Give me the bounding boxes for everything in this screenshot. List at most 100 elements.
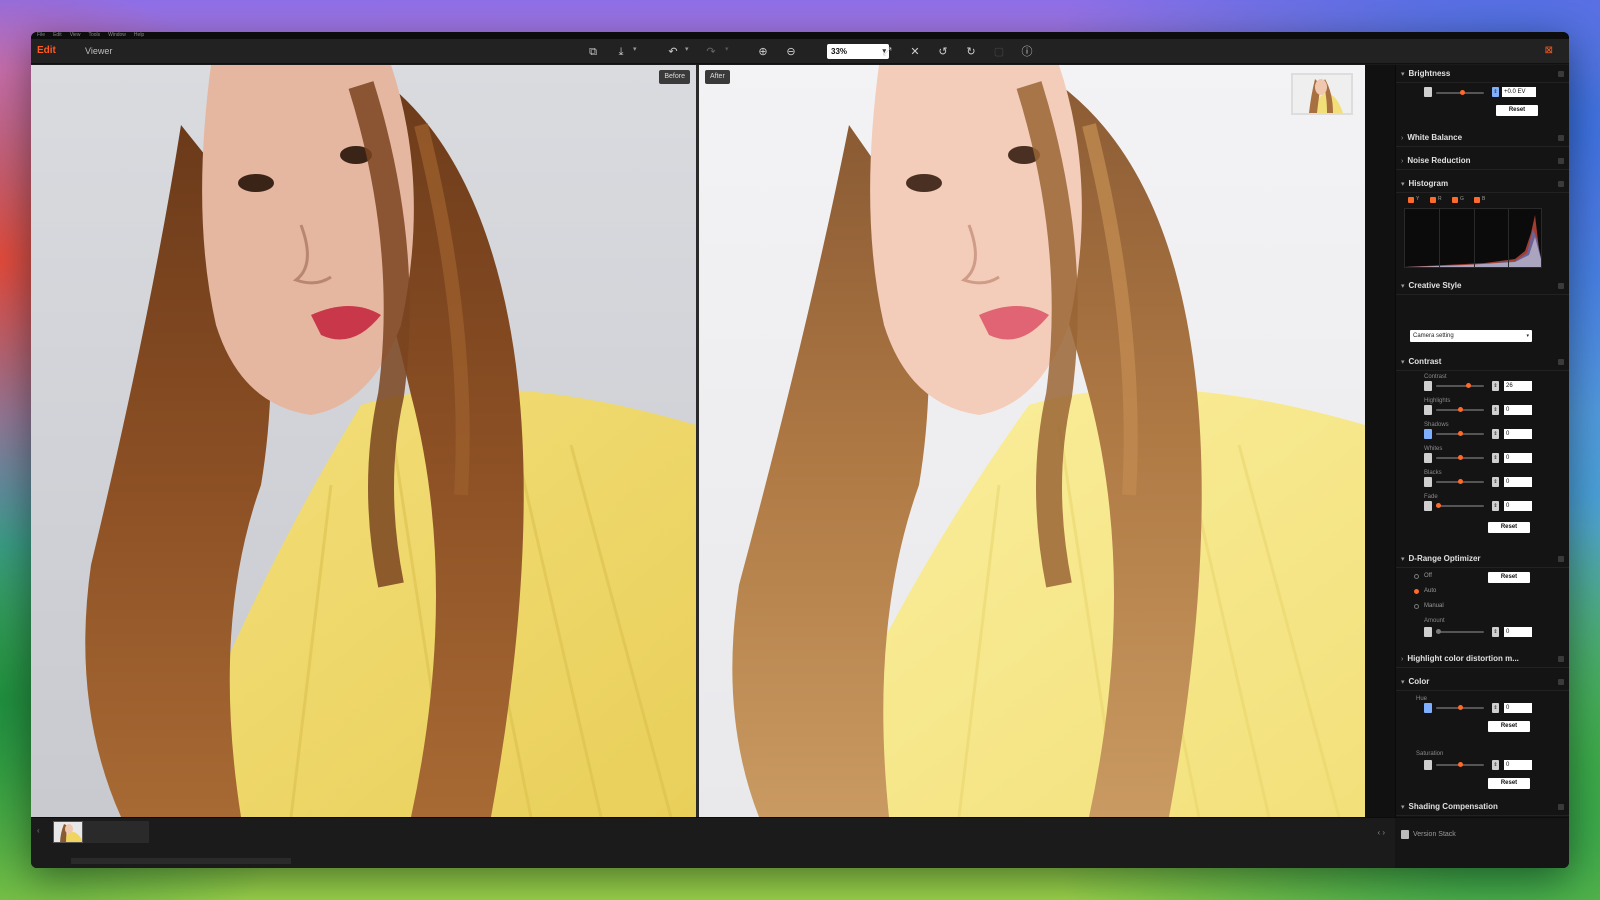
drange-manual-radio[interactable] xyxy=(1414,604,1419,609)
section-toggle-icon[interactable] xyxy=(1558,283,1564,289)
slider-knob[interactable] xyxy=(1460,90,1465,95)
menu-tools[interactable]: Tools xyxy=(88,32,100,39)
section-brightness[interactable]: ▾ Brightness xyxy=(1396,65,1569,83)
actual-size-icon[interactable]: ✕ xyxy=(907,44,923,60)
whites-slider[interactable] xyxy=(1436,455,1484,460)
export-icon[interactable]: ⤓ xyxy=(613,44,629,60)
close-edit-icon[interactable]: ⊠ xyxy=(1545,45,1553,56)
section-toggle-icon[interactable] xyxy=(1558,656,1564,662)
blacks-row-checkbox[interactable] xyxy=(1424,477,1432,487)
image-viewer[interactable]: Before After xyxy=(31,65,1395,817)
crop-icon[interactable]: ▢ xyxy=(991,44,1007,60)
shadows-value[interactable]: 0 xyxy=(1504,429,1532,439)
highlights-row-checkbox[interactable] xyxy=(1424,405,1432,415)
whites-row-checkbox[interactable] xyxy=(1424,453,1432,463)
before-image[interactable]: Before xyxy=(31,65,696,817)
film-thumbnail[interactable] xyxy=(53,821,83,843)
highlights-slider[interactable] xyxy=(1436,407,1484,412)
menu-file[interactable]: File xyxy=(37,32,45,39)
brightness-reset-button[interactable]: Reset xyxy=(1496,105,1538,116)
section-toggle-icon[interactable] xyxy=(1558,135,1564,141)
menu-view[interactable]: View xyxy=(70,32,81,39)
shadows-slider[interactable] xyxy=(1436,431,1484,436)
slider-knob[interactable] xyxy=(1458,407,1463,412)
brightness-slider[interactable] xyxy=(1436,90,1484,95)
histogram-channel-r-checkbox[interactable] xyxy=(1430,197,1436,203)
saturation-stepper[interactable]: ⇕ xyxy=(1492,760,1499,770)
after-image[interactable]: After xyxy=(699,65,1365,817)
film-prev-icon[interactable]: ‹ xyxy=(37,826,40,835)
slider-knob[interactable] xyxy=(1458,455,1463,460)
contrast-value[interactable]: 26 xyxy=(1504,381,1532,391)
contrast-slider[interactable] xyxy=(1436,383,1484,388)
hue-slider[interactable] xyxy=(1436,705,1484,710)
rotate-left-icon[interactable]: ↺ xyxy=(935,44,951,60)
section-toggle-icon[interactable] xyxy=(1558,556,1564,562)
brightness-stepper[interactable]: ⇕ xyxy=(1492,87,1499,97)
contrast-row-checkbox[interactable] xyxy=(1424,381,1432,391)
section-toggle-icon[interactable] xyxy=(1558,804,1564,810)
redo-caret-icon[interactable]: ▾ xyxy=(725,45,729,53)
section-toggle-icon[interactable] xyxy=(1558,359,1564,365)
export-caret-icon[interactable]: ▾ xyxy=(633,45,637,53)
brightness-checkbox[interactable] xyxy=(1424,87,1432,97)
section-toggle-icon[interactable] xyxy=(1558,158,1564,164)
drange-amount-stepper[interactable]: ⇕ xyxy=(1492,627,1499,637)
histogram-channel-b-checkbox[interactable] xyxy=(1474,197,1480,203)
fade-stepper[interactable]: ⇕ xyxy=(1492,501,1499,511)
hue-stepper[interactable]: ⇕ xyxy=(1492,703,1499,713)
histogram-channel-y-checkbox[interactable] xyxy=(1408,197,1414,203)
section-highlight-color-distortion[interactable]: › Highlight color distortion m... xyxy=(1396,650,1569,668)
section-toggle-icon[interactable] xyxy=(1558,181,1564,187)
section-shading-compensation[interactable]: ▾ Shading Compensation xyxy=(1396,798,1569,816)
drange-amount-checkbox[interactable] xyxy=(1424,627,1432,637)
section-histogram[interactable]: ▾ Histogram xyxy=(1396,175,1569,193)
menu-help[interactable]: Help xyxy=(134,32,144,39)
redo-icon[interactable]: ↷ xyxy=(703,44,719,60)
shadows-stepper[interactable]: ⇕ xyxy=(1492,429,1499,439)
fit-screen-icon[interactable]: ⤢ xyxy=(879,44,895,60)
creative-style-select[interactable]: Camera setting ▾ xyxy=(1410,330,1532,342)
film-scrollbar[interactable] xyxy=(71,858,291,864)
whites-stepper[interactable]: ⇕ xyxy=(1492,453,1499,463)
section-color[interactable]: ▾ Color xyxy=(1396,673,1569,691)
section-noise-reduction[interactable]: › Noise Reduction xyxy=(1396,152,1569,170)
section-toggle-icon[interactable] xyxy=(1558,71,1564,77)
navigator-thumbnail[interactable] xyxy=(1291,73,1353,115)
blacks-value[interactable]: 0 xyxy=(1504,477,1532,487)
hue-value[interactable]: 0 xyxy=(1504,703,1532,713)
drange-auto-radio[interactable] xyxy=(1414,589,1419,594)
section-white-balance[interactable]: › White Balance xyxy=(1396,129,1569,147)
section-creative-style[interactable]: ▾ Creative Style xyxy=(1396,277,1569,295)
drange-amount-slider[interactable] xyxy=(1436,629,1484,634)
hue-checkbox[interactable] xyxy=(1424,703,1432,713)
fade-value[interactable]: 0 xyxy=(1504,501,1532,511)
contrast-reset-button[interactable]: Reset xyxy=(1488,522,1530,533)
zoom-in-icon[interactable]: ⊕ xyxy=(755,44,771,60)
drange-off-radio[interactable] xyxy=(1414,574,1419,579)
slider-knob[interactable] xyxy=(1436,503,1441,508)
slider-knob[interactable] xyxy=(1466,383,1471,388)
section-d-range-optimizer[interactable]: ▾ D-Range Optimizer xyxy=(1396,550,1569,568)
zoom-out-icon[interactable]: ⊖ xyxy=(783,44,799,60)
menu-edit[interactable]: Edit xyxy=(53,32,62,39)
blacks-slider[interactable] xyxy=(1436,479,1484,484)
film-next-icon[interactable]: ‹ › xyxy=(1377,828,1385,837)
slider-knob[interactable] xyxy=(1458,705,1463,710)
brightness-value[interactable]: +0.0 EV xyxy=(1502,87,1536,97)
saturation-slider[interactable] xyxy=(1436,762,1484,767)
drange-amount-value[interactable]: 0 xyxy=(1504,627,1532,637)
saturation-reset-button[interactable]: Reset xyxy=(1488,778,1530,789)
undo-icon[interactable]: ↶ xyxy=(665,44,681,60)
mode-edit-tab[interactable]: Edit xyxy=(37,45,56,56)
fade-slider[interactable] xyxy=(1436,503,1484,508)
slider-knob[interactable] xyxy=(1458,431,1463,436)
whites-value[interactable]: 0 xyxy=(1504,453,1532,463)
fade-row-checkbox[interactable] xyxy=(1424,501,1432,511)
slider-knob[interactable] xyxy=(1436,629,1441,634)
section-contrast[interactable]: ▾ Contrast xyxy=(1396,353,1569,371)
slider-knob[interactable] xyxy=(1458,479,1463,484)
blacks-stepper[interactable]: ⇕ xyxy=(1492,477,1499,487)
menu-window[interactable]: Window xyxy=(108,32,126,39)
undo-caret-icon[interactable]: ▾ xyxy=(685,45,689,53)
